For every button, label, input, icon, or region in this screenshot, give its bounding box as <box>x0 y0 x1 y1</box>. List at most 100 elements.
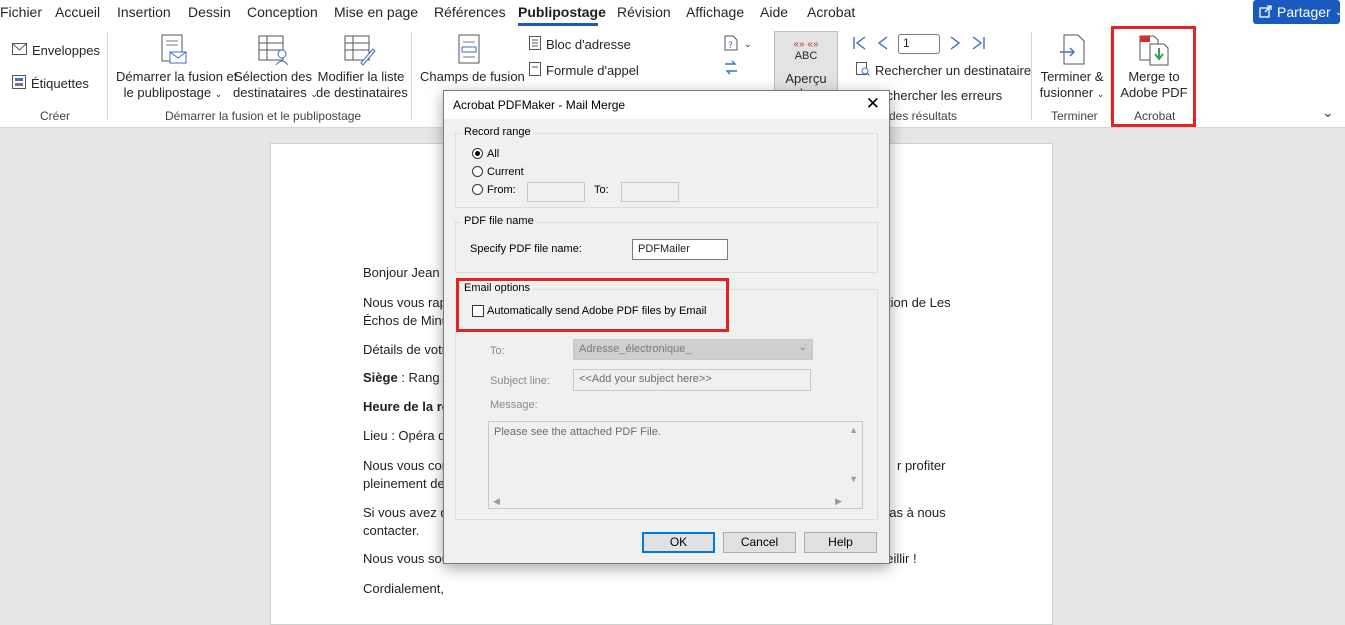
radio-from-label: From: <box>487 184 516 196</box>
doc-line: Bonjour Jean D <box>363 265 453 280</box>
auto-send-checkbox[interactable] <box>472 305 484 317</box>
group-separator <box>411 32 412 120</box>
menu-mise-en-page[interactable]: Mise en page <box>334 4 418 20</box>
menu-dessin[interactable]: Dessin <box>188 4 231 20</box>
group-separator <box>107 32 108 120</box>
previous-record-icon[interactable] <box>876 35 890 54</box>
from-input[interactable] <box>527 182 585 202</box>
email-to-select[interactable]: Adresse_électronique_ ⌄ <box>573 339 813 360</box>
merge-fields-line1: Champs de fusion <box>420 69 525 84</box>
share-button[interactable]: Partager ⌄ <box>1253 0 1344 24</box>
envelopes-button[interactable]: Enveloppes <box>12 43 100 58</box>
share-label: Partager <box>1277 4 1331 20</box>
message-textarea[interactable]: Please see the attached PDF File. ▲ ▼ ◀ … <box>488 421 863 509</box>
labels-label: Étiquettes <box>31 76 89 91</box>
merge-fields-icon <box>457 34 483 71</box>
start-mail-merge-button[interactable]: Démarrer la fusion et le publipostage ⌄ <box>116 69 237 102</box>
group-separator <box>1031 32 1032 120</box>
group-label-creer: Créer <box>40 109 71 123</box>
menu-aide[interactable]: Aide <box>760 4 788 20</box>
chevron-down-icon: ⌄ <box>1334 6 1344 18</box>
email-to-value: Adresse_électronique_ <box>579 343 692 355</box>
doc-fragment: pas à nous <box>882 505 946 520</box>
doc-line: Siège : Rang A <box>363 370 451 385</box>
dialog-title: Acrobat PDFMaker - Mail Merge <box>453 98 626 112</box>
menu-conception[interactable]: Conception <box>247 4 318 20</box>
email-to-label: To: <box>490 345 505 357</box>
chevron-down-icon: ⌄ <box>1096 89 1105 99</box>
address-block-icon <box>529 36 541 53</box>
rules-button[interactable]: ? ⌄ <box>723 35 752 54</box>
radio-current[interactable] <box>472 166 483 177</box>
edit-list-line1: Modifier la liste <box>317 69 405 84</box>
doc-line: contacter. <box>363 523 420 538</box>
subject-label: Subject line: <box>490 375 550 387</box>
group-label-acrobat: Acrobat <box>1134 109 1176 123</box>
first-record-icon[interactable] <box>852 35 868 54</box>
group-label-demarrer: Démarrer la fusion et le publipostage <box>165 109 362 123</box>
next-record-icon[interactable] <box>948 35 962 54</box>
find-recipient-button[interactable]: Rechercher un destinataire <box>856 62 1031 79</box>
chevron-down-icon: ⌄ <box>214 89 223 99</box>
start-merge-line2: le publipostage <box>123 85 212 100</box>
help-button[interactable]: Help <box>804 532 877 553</box>
edit-list-line2: de destinataires <box>316 85 408 100</box>
group-separator <box>1110 32 1111 120</box>
find-recipient-label: Rechercher un destinataire <box>875 63 1032 78</box>
radio-current-label: Current <box>487 166 524 178</box>
scroll-up-icon[interactable]: ▲ <box>849 425 858 435</box>
last-record-icon[interactable] <box>970 35 986 54</box>
doc-line: Cordialement, <box>363 581 444 596</box>
scroll-right-icon[interactable]: ▶ <box>835 496 842 507</box>
menu-publipostage[interactable]: Publipostage <box>518 4 606 20</box>
ok-button[interactable]: OK <box>642 532 715 553</box>
chevron-down-icon: ⌄ <box>744 39 752 49</box>
finish-merge-button[interactable]: Terminer & fusionner ⌄ <box>1038 69 1106 102</box>
merge-to-adobe-pdf-button[interactable]: Merge to Adobe PDF <box>1116 69 1192 101</box>
greeting-line-button[interactable]: Formule d'appel <box>529 62 639 79</box>
doc-line: Heure de la re <box>363 399 449 414</box>
labels-button[interactable]: Étiquettes <box>12 75 89 92</box>
edit-recipient-list-icon <box>344 34 376 71</box>
menu-acrobat[interactable]: Acrobat <box>807 4 855 20</box>
ribbon-collapse-icon[interactable]: ⌄ <box>1322 104 1334 121</box>
group-label-terminer: Terminer <box>1051 109 1098 123</box>
doc-line: Nous vous sou <box>363 551 449 566</box>
finish-line2: fusionner <box>1039 85 1094 100</box>
radio-all[interactable] <box>472 148 483 159</box>
edit-recipient-list-button[interactable]: Modifier la liste de destinataires <box>316 69 408 101</box>
doc-line: Détails de votr <box>363 342 447 357</box>
menu-accueil[interactable]: Accueil <box>55 4 100 20</box>
cancel-button[interactable]: Cancel <box>723 532 796 553</box>
select-recipients-button[interactable]: Sélection des destinataires ⌄ <box>233 69 318 102</box>
radio-from[interactable] <box>472 184 483 195</box>
menu-insertion[interactable]: Insertion <box>117 4 171 20</box>
merge-field-chevrons-icon: «» «» <box>793 39 819 50</box>
close-icon[interactable]: ✕ <box>866 94 880 114</box>
dialog-titlebar: Acrobat PDFMaker - Mail Merge ✕ <box>444 91 889 119</box>
envelope-icon <box>12 43 27 58</box>
svg-text:?: ? <box>728 41 733 51</box>
match-fields-icon <box>723 60 739 79</box>
scroll-down-icon[interactable]: ▼ <box>849 474 858 484</box>
finish-line1: Terminer & <box>1040 69 1104 84</box>
menu-references[interactable]: Références <box>434 4 506 20</box>
start-merge-icon <box>160 34 188 71</box>
doc-bold: Siège <box>363 370 398 385</box>
doc-line: pleinement de <box>363 476 445 491</box>
menu-affichage[interactable]: Affichage <box>686 4 744 20</box>
greeting-line-icon <box>529 62 541 79</box>
menu-revision[interactable]: Révision <box>617 4 671 20</box>
menu-fichier[interactable]: Fichier <box>0 4 42 20</box>
select-recipients-line2: destinataires <box>233 85 307 100</box>
subject-input[interactable]: <<Add your subject here>> <box>573 369 811 391</box>
address-block-button[interactable]: Bloc d'adresse <box>529 36 631 53</box>
scroll-left-icon[interactable]: ◀ <box>493 496 500 507</box>
pdf-file-input[interactable]: PDFMailer <box>632 239 728 260</box>
to-input[interactable] <box>621 182 679 202</box>
doc-line: Nous vous con <box>363 458 449 473</box>
merge-pdf-line2: Adobe PDF <box>1120 85 1188 100</box>
record-number-input[interactable]: 1 <box>898 34 940 54</box>
email-options-legend: Email options <box>462 282 533 294</box>
match-fields-button[interactable] <box>723 60 739 79</box>
